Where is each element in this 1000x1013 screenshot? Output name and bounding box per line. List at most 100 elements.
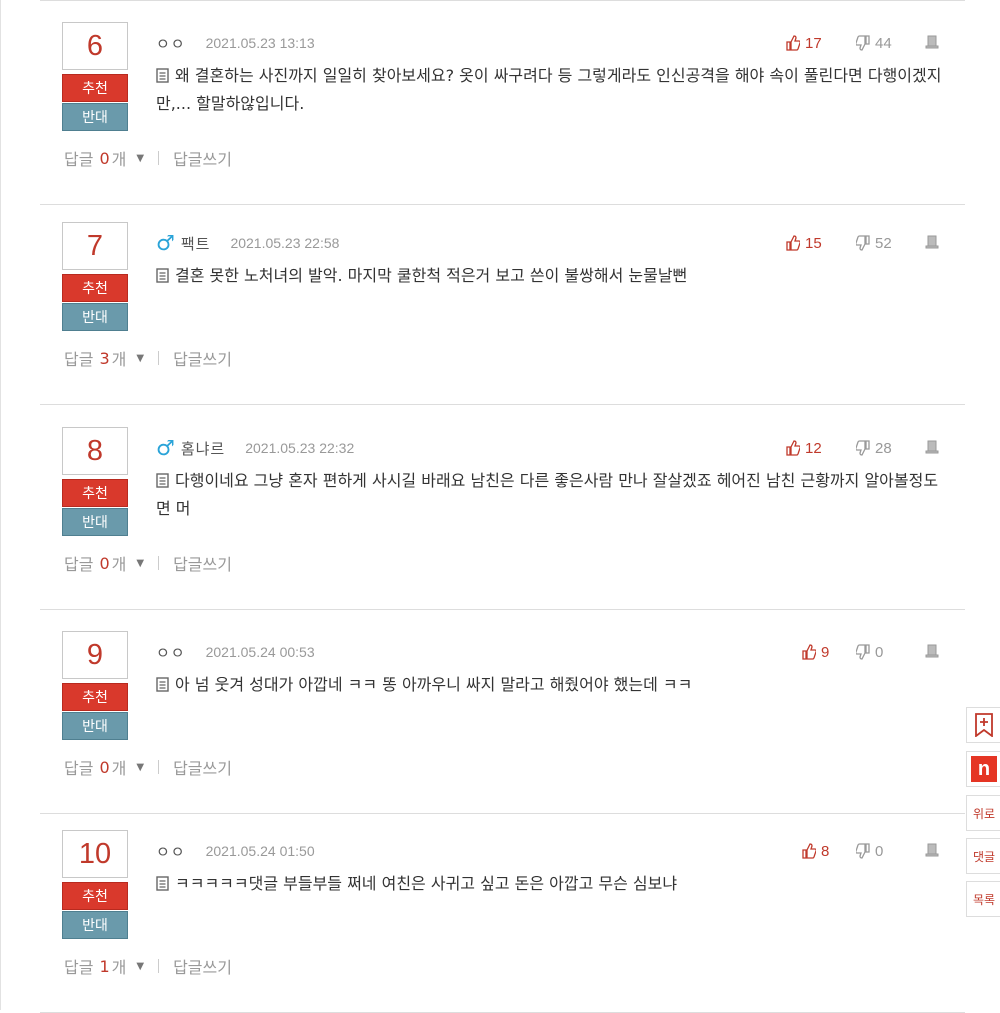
- chevron-down-icon[interactable]: ▼: [136, 762, 144, 773]
- thumbs-down-icon: [856, 440, 870, 456]
- write-reply-button[interactable]: 답글쓰기: [173, 954, 232, 978]
- chevron-down-icon[interactable]: ▼: [136, 153, 144, 164]
- reply-row: 답글 0개 ▼ 답글쓰기: [64, 146, 232, 170]
- reply-label[interactable]: 답글: [64, 346, 93, 370]
- write-reply-button[interactable]: 답글쓰기: [173, 755, 232, 779]
- bookmark-add-icon: [975, 713, 993, 737]
- comment-text: 왜 결혼하는 사진까지 일일히 찾아보세요? 옷이 싸구려다 등 그렇게라도 인…: [156, 66, 942, 113]
- reply-label[interactable]: 답글: [64, 954, 93, 978]
- reply-count[interactable]: 3: [99, 349, 109, 368]
- report-icon[interactable]: [925, 234, 939, 250]
- comment-meta: ㅇㅇ 2021.05.23 13:13: [156, 32, 315, 54]
- n-logo-icon: n: [971, 756, 997, 782]
- nickname[interactable]: ㅇㅇ: [156, 841, 186, 862]
- left-border: [0, 0, 1, 1010]
- reply-count[interactable]: 0: [99, 554, 109, 573]
- reply-row: 답글 0개 ▼ 답글쓰기: [64, 551, 232, 575]
- dislike-button[interactable]: 28: [856, 437, 892, 459]
- report-icon[interactable]: [925, 439, 939, 455]
- reply-row: 답글 3개 ▼ 답글쓰기: [64, 346, 232, 370]
- dislike-count: 52: [875, 234, 892, 252]
- divider: [158, 556, 160, 570]
- comment-body: 왜 결혼하는 사진까지 일일히 찾아보세요? 옷이 싸구려다 등 그렇게라도 인…: [156, 62, 946, 118]
- oppose-button[interactable]: 반대: [62, 911, 128, 939]
- dislike-count: 44: [875, 34, 892, 52]
- report-icon[interactable]: [925, 842, 939, 858]
- chevron-down-icon[interactable]: ▼: [136, 961, 144, 972]
- comment-body: 아 넘 웃겨 성대가 아깝네 ㅋㅋ 똥 아까우니 싸지 말라고 해줬어야 했는데…: [156, 671, 946, 699]
- rank-number: 8: [62, 427, 128, 475]
- comment-text: 결혼 못한 노처녀의 발악. 마지막 쿨한척 적은거 보고 쓴이 불쌍해서 눈물…: [175, 266, 688, 285]
- recommend-button[interactable]: 추천: [62, 74, 128, 102]
- oppose-button[interactable]: 반대: [62, 508, 128, 536]
- document-icon: [156, 268, 169, 283]
- comment-meta: ♂ 홈냐르 2021.05.23 22:32: [156, 437, 354, 459]
- chevron-down-icon[interactable]: ▼: [136, 353, 144, 364]
- reply-count[interactable]: 0: [99, 758, 109, 777]
- write-reply-button[interactable]: 답글쓰기: [173, 346, 232, 370]
- like-button[interactable]: 8: [802, 840, 829, 862]
- reply-label[interactable]: 답글: [64, 146, 93, 170]
- recommend-button[interactable]: 추천: [62, 479, 128, 507]
- document-icon: [156, 68, 169, 83]
- report-icon[interactable]: [925, 34, 939, 50]
- thumbs-down-icon: [856, 644, 870, 660]
- dislike-button[interactable]: 0: [856, 840, 883, 862]
- reply-unit: 개: [111, 150, 127, 169]
- comment-meta: ㅇㅇ 2021.05.24 00:53: [156, 641, 315, 663]
- document-icon: [156, 876, 169, 891]
- comment-meta: ㅇㅇ 2021.05.24 01:50: [156, 840, 315, 862]
- reply-unit: 개: [111, 350, 127, 369]
- like-button[interactable]: 17: [786, 32, 822, 54]
- bookmark-button[interactable]: [966, 707, 1000, 743]
- thumbs-up-icon: [786, 35, 800, 51]
- thumbs-up-icon: [786, 235, 800, 251]
- like-button[interactable]: 12: [786, 437, 822, 459]
- write-reply-button[interactable]: 답글쓰기: [173, 146, 232, 170]
- recommend-button[interactable]: 추천: [62, 274, 128, 302]
- male-icon: ♂: [156, 435, 175, 460]
- dislike-count: 0: [875, 842, 884, 860]
- reply-label[interactable]: 답글: [64, 755, 93, 779]
- oppose-button[interactable]: 반대: [62, 103, 128, 131]
- oppose-button[interactable]: 반대: [62, 303, 128, 331]
- comment-body: 다행이네요 그냥 혼자 편하게 사시길 바래요 남친은 다른 좋은사람 만나 잘…: [156, 467, 946, 523]
- divider: [158, 760, 160, 774]
- dislike-button[interactable]: 0: [856, 641, 883, 663]
- like-button[interactable]: 9: [802, 641, 829, 663]
- nickname[interactable]: 홈냐르: [181, 438, 225, 459]
- rank-number: 6: [62, 22, 128, 70]
- like-button[interactable]: 15: [786, 232, 822, 254]
- reply-label[interactable]: 답글: [64, 551, 93, 575]
- reply-unit: 개: [111, 958, 127, 977]
- reply-count[interactable]: 1: [99, 957, 109, 976]
- recommend-button[interactable]: 추천: [62, 882, 128, 910]
- like-count: 15: [805, 234, 822, 252]
- dislike-button[interactable]: 52: [856, 232, 892, 254]
- comment-body: 결혼 못한 노처녀의 발악. 마지막 쿨한척 적은거 보고 쓴이 불쌍해서 눈물…: [156, 262, 946, 290]
- oppose-button[interactable]: 반대: [62, 712, 128, 740]
- comment-item: 8 추천 반대 ♂ 홈냐르 2021.05.23 22:32 12 28 다행이…: [40, 405, 965, 610]
- list-button[interactable]: 목록: [966, 881, 1000, 917]
- share-n-button[interactable]: n: [966, 751, 1000, 787]
- report-icon[interactable]: [925, 643, 939, 659]
- comment-text: 다행이네요 그냥 혼자 편하게 사시길 바래요 남친은 다른 좋은사람 만나 잘…: [156, 471, 939, 518]
- chevron-down-icon[interactable]: ▼: [136, 558, 144, 569]
- rank-number: 10: [62, 830, 128, 878]
- thumbs-up-icon: [802, 644, 816, 660]
- dislike-button[interactable]: 44: [856, 32, 892, 54]
- comment-item: 7 추천 반대 ♂ 팩트 2021.05.23 22:58 15 52 결혼 못…: [40, 200, 965, 405]
- scroll-top-button[interactable]: 위로: [966, 795, 1000, 831]
- thumbs-up-icon: [802, 843, 816, 859]
- like-count: 17: [805, 34, 822, 52]
- write-reply-button[interactable]: 답글쓰기: [173, 551, 232, 575]
- comment-text: 아 넘 웃겨 성대가 아깝네 ㅋㅋ 똥 아까우니 싸지 말라고 해줬어야 했는데…: [175, 675, 693, 694]
- comment-text: ㅋㅋㅋㅋㅋ댓글 부들부들 쩌네 여친은 사귀고 싶고 돈은 아깝고 무슨 심보냐: [175, 874, 678, 893]
- document-icon: [156, 677, 169, 692]
- nickname[interactable]: ㅇㅇ: [156, 33, 186, 54]
- nickname[interactable]: ㅇㅇ: [156, 642, 186, 663]
- nickname[interactable]: 팩트: [181, 233, 211, 254]
- recommend-button[interactable]: 추천: [62, 683, 128, 711]
- comments-jump-button[interactable]: 댓글: [966, 838, 1000, 874]
- reply-count[interactable]: 0: [99, 149, 109, 168]
